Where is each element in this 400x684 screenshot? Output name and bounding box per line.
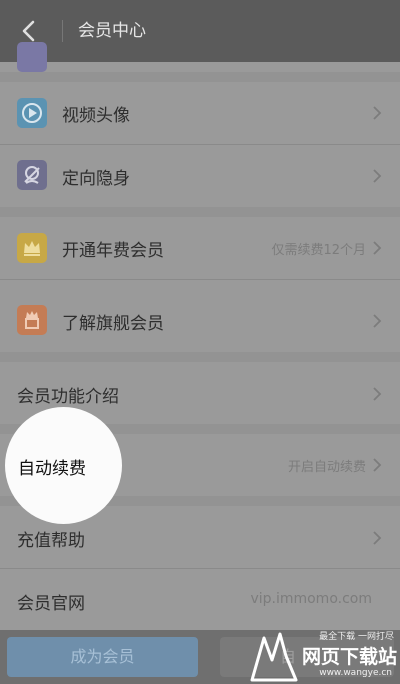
become-member-button[interactable]: 成为会员 <box>7 637 198 677</box>
play-icon <box>17 98 47 128</box>
chevron-right-icon <box>373 241 382 255</box>
list-item-label: 视频头像 <box>62 106 130 126</box>
back-button[interactable] <box>18 19 40 43</box>
divider <box>62 20 63 42</box>
chevron-right-icon <box>373 314 382 328</box>
list-item-value: 仅需续费12个月 <box>271 243 366 258</box>
member-center-screen: 会员中心 视频头像 定向隐身 开通年费会员 仅需续费12个月 了解旗舰会员 会员… <box>0 0 400 684</box>
chevron-right-icon <box>373 387 382 401</box>
watermark-url: www.wangye.cn <box>319 668 392 678</box>
watermark-logo-icon <box>250 632 298 682</box>
chevron-right-icon <box>373 531 382 545</box>
list-item-video-avatar[interactable]: 视频头像 <box>0 82 400 144</box>
chevron-left-icon <box>22 20 35 42</box>
list-item-label: 充值帮助 <box>17 531 85 551</box>
section-gap <box>0 72 400 82</box>
top-bar: 会员中心 <box>0 0 400 62</box>
page-title: 会员中心 <box>78 21 146 41</box>
list-item-partial <box>0 42 400 72</box>
stealth-icon <box>17 160 47 190</box>
chevron-right-icon <box>373 106 382 120</box>
section-gap <box>0 352 400 362</box>
list-item-label: 会员官网 <box>17 594 85 614</box>
chevron-right-icon <box>373 458 382 472</box>
chevron-right-icon <box>373 169 382 183</box>
list-item-annual-member[interactable]: 开通年费会员 仅需续费12个月 <box>0 217 400 279</box>
list-item-label: 定向隐身 <box>62 169 130 189</box>
list-item-official-site[interactable]: 会员官网 vip.immomo.com <box>0 569 400 630</box>
list-item-value: 开启自动续费 <box>287 460 366 475</box>
list-item-label: 开通年费会员 <box>62 241 164 261</box>
watermark-brand: 网页下载站 <box>302 646 398 668</box>
section-gap <box>0 207 400 217</box>
watermark: 最全下载 一网打尽 网页下载站 www.wangye.cn <box>244 626 400 684</box>
list-item-label: 了解旗舰会员 <box>62 314 164 334</box>
list-item-flagship-member[interactable]: 了解旗舰会员 <box>0 280 400 352</box>
auto-renew-label[interactable]: 自动续费 <box>18 454 86 479</box>
watermark-tagline: 最全下载 一网打尽 <box>319 632 394 642</box>
partial-icon <box>17 42 47 72</box>
list-item-stealth[interactable]: 定向隐身 <box>0 145 400 207</box>
crown-box-icon <box>17 305 47 335</box>
list-item-label: 会员功能介绍 <box>17 387 119 407</box>
official-site-url[interactable]: vip.immomo.com <box>250 591 372 607</box>
crown-icon <box>17 233 47 263</box>
